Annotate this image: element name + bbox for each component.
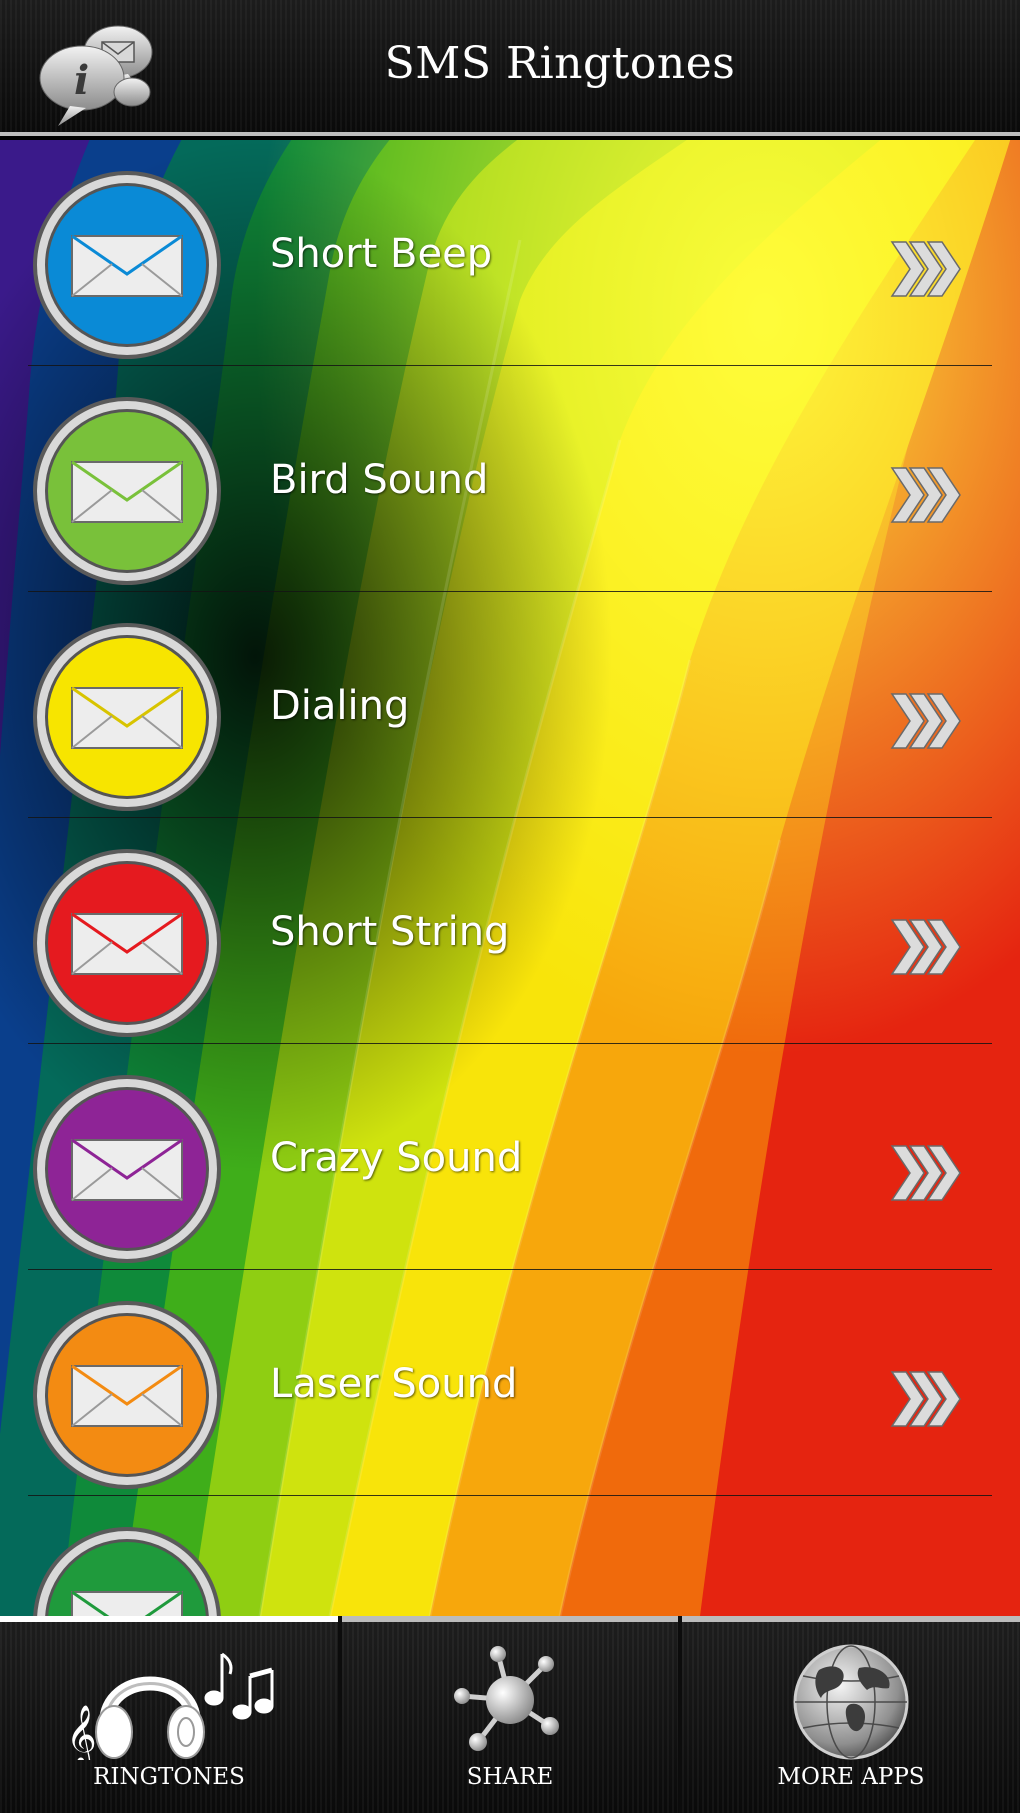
triple-chevron-right-icon — [890, 467, 961, 523]
triple-chevron-right-icon — [890, 1145, 961, 1201]
triple-chevron-right-icon — [890, 919, 961, 975]
tab-ringtones[interactable]: 𝄞 RINGTONES — [0, 1616, 338, 1813]
app-header: i SMS Ringtones — [0, 0, 1020, 136]
envelope-icon — [33, 849, 221, 1037]
envelope-icon — [33, 1527, 221, 1616]
list-item-partial[interactable] — [0, 1496, 1020, 1616]
page-title: SMS Ringtones — [384, 38, 736, 89]
headphones-music-icon: 𝄞 — [66, 1652, 274, 1760]
tab-share[interactable]: SHARE — [342, 1616, 678, 1813]
list-item-crazy-sound[interactable]: Crazy Sound — [0, 1044, 1020, 1270]
info-message-bubbles-icon: i — [39, 25, 153, 126]
tab-label: SHARE — [466, 1764, 554, 1790]
tab-label: MORE APPS — [777, 1764, 925, 1790]
list-item-bird-sound[interactable]: Bird Sound — [0, 366, 1020, 592]
envelope-icon — [33, 397, 221, 585]
svg-text:i: i — [74, 57, 89, 104]
triple-chevron-right-icon — [890, 1371, 961, 1427]
tab-more-apps[interactable]: MORE APPS — [682, 1616, 1020, 1813]
ringtone-label: Short Beep — [270, 231, 493, 277]
tab-label: RINGTONES — [93, 1764, 245, 1790]
list-item-short-string[interactable]: Short String — [0, 818, 1020, 1044]
envelope-icon — [33, 1301, 221, 1489]
envelope-icon — [33, 623, 221, 811]
ringtone-label: Bird Sound — [270, 457, 489, 503]
ringtone-label: Short String — [270, 909, 510, 955]
bottom-tab-bar: 𝄞 RINGTONES SHARE MORE APPS — [0, 1616, 1020, 1813]
ringtone-list: Short Beep Bird Sound Dialing Short Stri… — [0, 140, 1020, 1616]
share-network-icon — [454, 1646, 559, 1751]
triple-chevron-right-icon — [890, 693, 961, 749]
ringtone-label: Dialing — [270, 683, 410, 729]
list-item-laser-sound[interactable]: Laser Sound — [0, 1270, 1020, 1496]
ringtone-label: Crazy Sound — [270, 1135, 523, 1181]
triple-chevron-right-icon — [890, 241, 961, 297]
ringtone-label: Laser Sound — [270, 1361, 518, 1407]
list-item-short-beep[interactable]: Short Beep — [0, 140, 1020, 366]
list-item-dialing[interactable]: Dialing — [0, 592, 1020, 818]
envelope-icon — [33, 171, 221, 359]
svg-text:𝄞: 𝄞 — [66, 1705, 97, 1760]
globe-icon — [793, 1644, 909, 1760]
envelope-icon — [33, 1075, 221, 1263]
